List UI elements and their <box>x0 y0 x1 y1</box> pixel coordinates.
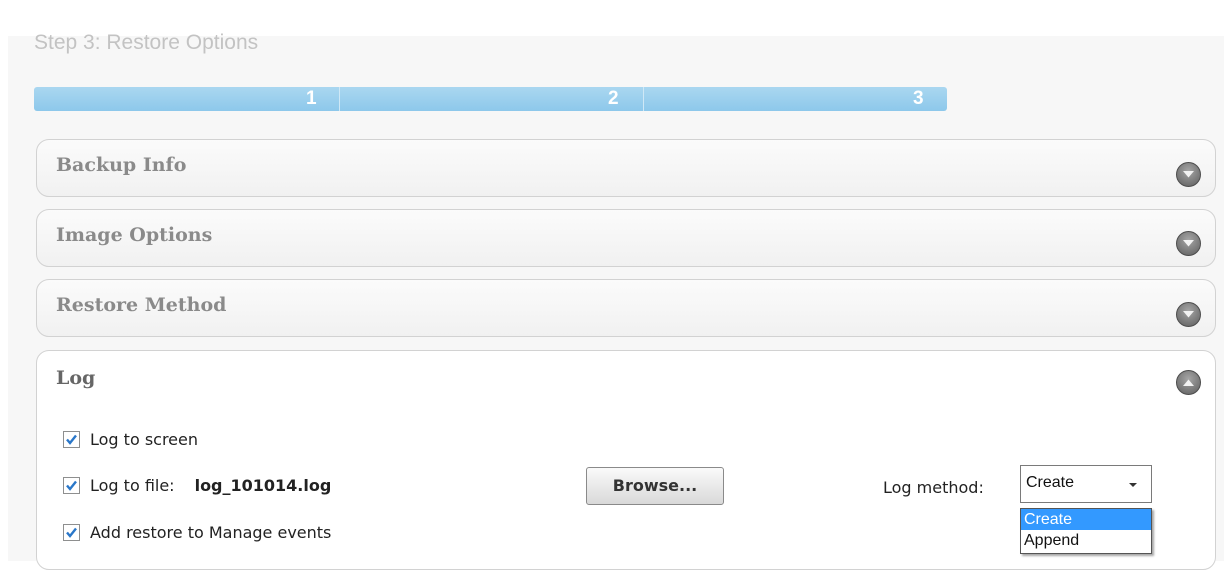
panel-title: Image Options <box>56 224 213 246</box>
log-filename: log_101014.log <box>194 475 332 495</box>
log-to-file-checkbox[interactable] <box>63 476 80 494</box>
log-method-select[interactable]: Create <box>1020 465 1152 503</box>
add-restore-label: Add restore to Manage events <box>90 522 332 542</box>
panel-log: Log Log to screen Log to file: log_10101… <box>36 350 1216 570</box>
browse-button[interactable]: Browse... <box>586 467 724 505</box>
panel-restore-method[interactable]: Restore Method <box>36 279 1216 337</box>
step-3: 3 <box>913 88 924 109</box>
step-divider <box>339 87 340 111</box>
dropdown-option-append[interactable]: Append <box>1021 530 1151 551</box>
panel-title: Log <box>56 367 96 389</box>
step-1: 1 <box>306 88 317 109</box>
step-2: 2 <box>608 88 619 109</box>
add-restore-option[interactable]: Add restore to Manage events <box>63 521 331 543</box>
log-to-screen-label: Log to screen <box>90 429 198 449</box>
step-divider <box>643 87 644 111</box>
panel-title: Backup Info <box>56 154 187 176</box>
add-restore-checkbox[interactable] <box>63 523 80 541</box>
expand-icon[interactable] <box>1176 231 1201 256</box>
expand-icon[interactable] <box>1176 162 1201 187</box>
log-to-file-option[interactable]: Log to file: log_101014.log <box>63 474 331 496</box>
log-to-screen-option[interactable]: Log to screen <box>63 428 198 450</box>
panel-image-options[interactable]: Image Options <box>36 209 1216 267</box>
log-method-label: Log method: <box>883 478 984 497</box>
panel-backup-info[interactable]: Backup Info <box>36 139 1216 197</box>
dropdown-option-create[interactable]: Create <box>1021 509 1151 530</box>
log-to-screen-checkbox[interactable] <box>63 430 80 448</box>
progress-bar: 1 2 3 <box>34 87 947 111</box>
collapse-icon[interactable] <box>1176 370 1201 395</box>
log-method-dropdown: Create Append <box>1020 508 1152 554</box>
log-method-value: Create <box>1026 474 1075 491</box>
expand-icon[interactable] <box>1176 302 1201 327</box>
log-to-file-label: Log to file: <box>90 475 175 495</box>
chevron-down-icon <box>1129 483 1137 487</box>
panel-title: Restore Method <box>56 294 227 316</box>
step-title: Step 3: Restore Options <box>34 31 259 54</box>
